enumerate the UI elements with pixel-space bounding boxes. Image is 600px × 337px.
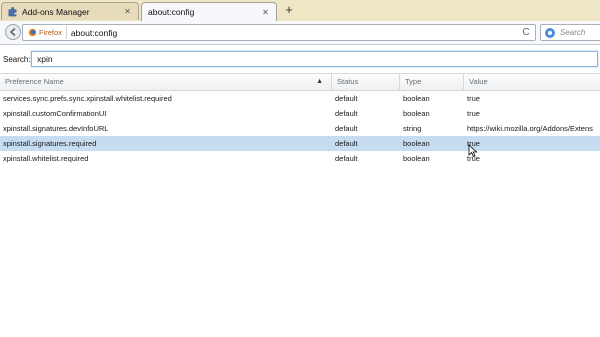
navigation-bar: Firefox about:config C Search <box>0 21 600 45</box>
reload-icon[interactable]: C <box>520 27 532 39</box>
preferences-table: Preference Name ▲ Status Type Value serv… <box>0 73 600 166</box>
tab-addons-manager[interactable]: Add-ons Manager ✕ <box>1 2 139 20</box>
pref-value: true <box>467 154 480 163</box>
table-header: Preference Name ▲ Status Type Value <box>0 73 600 91</box>
firefox-icon <box>28 28 37 37</box>
pref-status: default <box>335 109 358 118</box>
back-button[interactable] <box>5 24 21 40</box>
tab-strip: Add-ons Manager ✕ about:config ✕ + <box>0 0 600 22</box>
column-label: Status <box>337 77 359 86</box>
config-search-input[interactable]: xpin <box>31 51 598 67</box>
tab-about-config[interactable]: about:config ✕ <box>141 2 277 21</box>
pref-value: true <box>467 94 480 103</box>
table-row[interactable]: services.sync.prefs.sync.xpinstall.white… <box>0 91 600 106</box>
table-row[interactable]: xpinstall.signatures.devInfoURL default … <box>0 121 600 136</box>
pref-status: default <box>335 139 358 148</box>
column-header-value[interactable]: Value <box>464 74 600 90</box>
column-header-type[interactable]: Type <box>400 74 464 90</box>
url-text[interactable]: about:config <box>71 28 520 38</box>
pref-type: boolean <box>403 94 430 103</box>
back-arrow-icon <box>9 27 16 37</box>
column-header-status[interactable]: Status <box>332 74 400 90</box>
mouse-pointer-icon <box>468 144 478 158</box>
search-bar[interactable]: Search <box>540 24 600 41</box>
pref-type: boolean <box>403 139 430 148</box>
search-placeholder: Search <box>560 28 586 37</box>
table-row[interactable]: xpinstall.customConfirmationUI default b… <box>0 106 600 121</box>
about-config-page: Search: xpin Preference Name ▲ Status Ty… <box>0 45 600 337</box>
table-row[interactable]: xpinstall.whitelist.required default boo… <box>0 151 600 166</box>
pref-status: default <box>335 124 358 133</box>
column-header-name[interactable]: Preference Name ▲ <box>0 74 332 90</box>
pref-value: https://wiki.mozilla.org/Addons/Extens <box>467 124 593 133</box>
identity-label: Firefox <box>39 28 62 37</box>
search-engine-icon <box>545 27 555 38</box>
sort-ascending-icon: ▲ <box>316 78 323 85</box>
pref-value: true <box>467 109 480 118</box>
pref-status: default <box>335 154 358 163</box>
search-label: Search: <box>3 54 31 64</box>
new-tab-button[interactable]: + <box>282 3 296 17</box>
table-row-selected[interactable]: xpinstall.signatures.required default bo… <box>0 136 600 151</box>
config-search-row: Search: xpin <box>0 49 600 69</box>
pref-name: services.sync.prefs.sync.xpinstall.white… <box>3 94 172 103</box>
url-bar[interactable]: Firefox about:config C <box>22 24 536 41</box>
pref-type: string <box>403 124 422 133</box>
pref-type: boolean <box>403 109 430 118</box>
pref-name: xpinstall.customConfirmationUI <box>3 109 107 118</box>
column-label: Value <box>469 77 488 86</box>
pref-name: xpinstall.signatures.devInfoURL <box>3 124 109 133</box>
pref-name: xpinstall.whitelist.required <box>3 154 89 163</box>
pref-status: default <box>335 94 358 103</box>
close-tab-icon[interactable]: ✕ <box>260 7 271 18</box>
column-label: Preference Name <box>5 77 64 86</box>
identity-box[interactable]: Firefox <box>25 26 67 39</box>
tab-label: Add-ons Manager <box>22 6 90 17</box>
puzzle-piece-icon <box>8 6 17 17</box>
pref-type: boolean <box>403 154 430 163</box>
pref-name: xpinstall.signatures.required <box>3 139 97 148</box>
close-tab-icon[interactable]: ✕ <box>122 6 133 17</box>
column-label: Type <box>405 77 422 86</box>
tab-label: about:config <box>148 7 195 17</box>
pref-value[interactable]: true <box>464 136 600 151</box>
